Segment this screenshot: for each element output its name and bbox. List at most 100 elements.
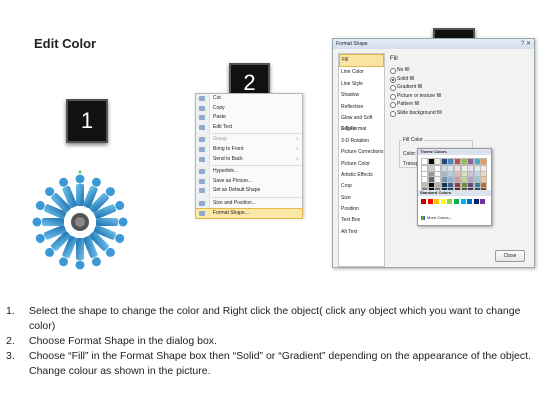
color-swatch[interactable] [421, 199, 426, 204]
radial-people-shape[interactable] [26, 168, 134, 276]
theme-colors-title: Theme Colors [418, 149, 491, 155]
instruction-step: 2. Choose Format Shape in the dialog box. [6, 334, 546, 349]
fill-option[interactable]: No fill [387, 66, 531, 75]
menu-item-icon [199, 115, 205, 121]
menu-item-icon [199, 124, 205, 130]
nav-item[interactable]: Reflection [339, 102, 384, 113]
menu-separator [211, 196, 302, 198]
menu-item-label: Edit Text [213, 123, 233, 130]
radio-button[interactable] [390, 102, 396, 108]
menu-item-icon [199, 169, 205, 175]
radio-button[interactable] [390, 93, 396, 100]
color-swatch[interactable] [480, 158, 488, 165]
chevron-right-icon: › [296, 145, 298, 152]
menu-item-label: Cut [213, 95, 221, 101]
fill-option-label: Picture or texture fill [397, 92, 442, 99]
nav-item[interactable]: Shadow [339, 90, 384, 101]
menu-item-label: Format Shape... [213, 209, 249, 216]
radio-button[interactable] [390, 110, 396, 117]
menu-item[interactable]: Save as Picture... [196, 177, 302, 187]
chevron-right-icon: › [296, 155, 298, 162]
person-figure [75, 174, 85, 206]
fill-option[interactable]: Slide background fill [387, 109, 531, 118]
instruction-step: 3. Choose “Fill” in the Format Shape box … [6, 349, 546, 379]
step-text: Choose Format Shape in the dialog box. [29, 335, 217, 347]
nav-item[interactable]: 3-D Rotation [339, 136, 384, 147]
menu-item[interactable]: Paste [196, 113, 302, 123]
chevron-right-icon: › [296, 136, 298, 143]
nav-item[interactable]: Alt Text [339, 227, 384, 238]
context-menu: Cut Copy Paste Edit Text Group › Bring to Fron… [195, 93, 303, 220]
nav-item[interactable]: Fill [339, 54, 384, 68]
more-colors-link[interactable]: More Colors... [421, 215, 452, 220]
nav-item[interactable]: Glow and Soft Edges [339, 113, 384, 132]
fill-option[interactable]: Pattern fill [387, 100, 531, 109]
menu-item-label: Group [213, 136, 227, 143]
color-swatch[interactable] [480, 199, 486, 204]
color-label: Color: [403, 151, 417, 157]
color-swatch[interactable] [440, 199, 446, 204]
step-number: 3. [6, 350, 15, 362]
menu-item[interactable]: Format Shape... [195, 207, 303, 220]
nav-item[interactable]: Size [339, 193, 384, 204]
nav-item[interactable]: Picture Color [339, 159, 384, 170]
more-colors-label: More Colors... [427, 215, 453, 220]
fill-option[interactable]: Picture or texture fill [387, 92, 531, 101]
menu-item-icon [199, 96, 205, 101]
menu-item-icon [199, 146, 205, 152]
step-number: 2. [6, 335, 15, 347]
color-swatch[interactable] [454, 199, 459, 204]
menu-item-icon [199, 137, 205, 143]
dialog-title: Format Shape [333, 39, 534, 49]
menu-item-label: Set as Default Shape [213, 187, 261, 194]
close-button[interactable]: Close [495, 250, 525, 262]
menu-item[interactable]: Size and Position... [196, 199, 302, 209]
menu-item[interactable]: Hyperlink... [196, 167, 302, 177]
standard-colors-title: Standard Colors [418, 190, 491, 196]
rotation-handle [78, 170, 82, 174]
window-controls[interactable]: ? ✕ [521, 40, 531, 47]
color-swatch[interactable] [427, 199, 433, 204]
radio-button[interactable] [390, 85, 396, 91]
fill-section-title: Fill [390, 56, 398, 62]
radio-button[interactable] [390, 68, 396, 74]
fill-option-label: Slide background fill [397, 109, 442, 116]
nav-item[interactable]: Text Box [339, 215, 384, 226]
nav-item[interactable]: Crop [339, 181, 384, 192]
nav-item[interactable]: 3-D Format [339, 124, 384, 135]
menu-item[interactable]: Send to Back › [196, 155, 302, 165]
fill-option[interactable]: Solid fill [387, 75, 531, 84]
color-swatch[interactable] [434, 199, 440, 204]
person-figure [32, 217, 64, 227]
radio-button[interactable] [390, 76, 396, 83]
menu-item-icon [199, 178, 205, 184]
nav-item[interactable]: Position [339, 204, 384, 215]
color-palette-popup: Theme Colors Standard Colors More Colors… [417, 148, 492, 226]
instructions: 1. Select the shape to change the color a… [6, 304, 546, 379]
fill-option-label: No fill [397, 67, 410, 73]
color-swatch[interactable] [447, 199, 453, 204]
menu-item[interactable]: Edit Text [196, 123, 302, 133]
step-text: Select the shape to change the color and… [29, 305, 521, 332]
color-swatch[interactable] [467, 199, 473, 204]
menu-item-label: Hyperlink... [213, 168, 239, 175]
menu-separator [211, 133, 302, 135]
menu-item[interactable]: Group › [196, 135, 302, 145]
menu-item[interactable]: Copy [196, 104, 302, 114]
menu-separator [211, 165, 302, 167]
color-swatch[interactable] [460, 199, 466, 204]
nav-item[interactable]: Picture Corrections [339, 147, 384, 158]
color-swatch[interactable] [473, 199, 479, 204]
fill-option-label: Gradient fill [397, 84, 423, 90]
fill-option[interactable]: Gradient fill [387, 83, 531, 92]
nav-item[interactable]: Line Style [339, 79, 384, 90]
menu-item-icon [199, 200, 205, 206]
nav-item[interactable]: Line Color [339, 67, 384, 78]
menu-item-icon [199, 210, 205, 216]
menu-item-label: Paste [213, 114, 226, 121]
dialog-nav: Fill Line Color Line Style Shadow Reflection… [338, 53, 385, 267]
nav-item[interactable]: Artistic Effects [339, 170, 384, 181]
menu-item[interactable]: Cut [196, 94, 302, 104]
menu-item[interactable]: Bring to Front › [196, 145, 302, 155]
menu-item[interactable]: Set as Default Shape [196, 186, 302, 196]
